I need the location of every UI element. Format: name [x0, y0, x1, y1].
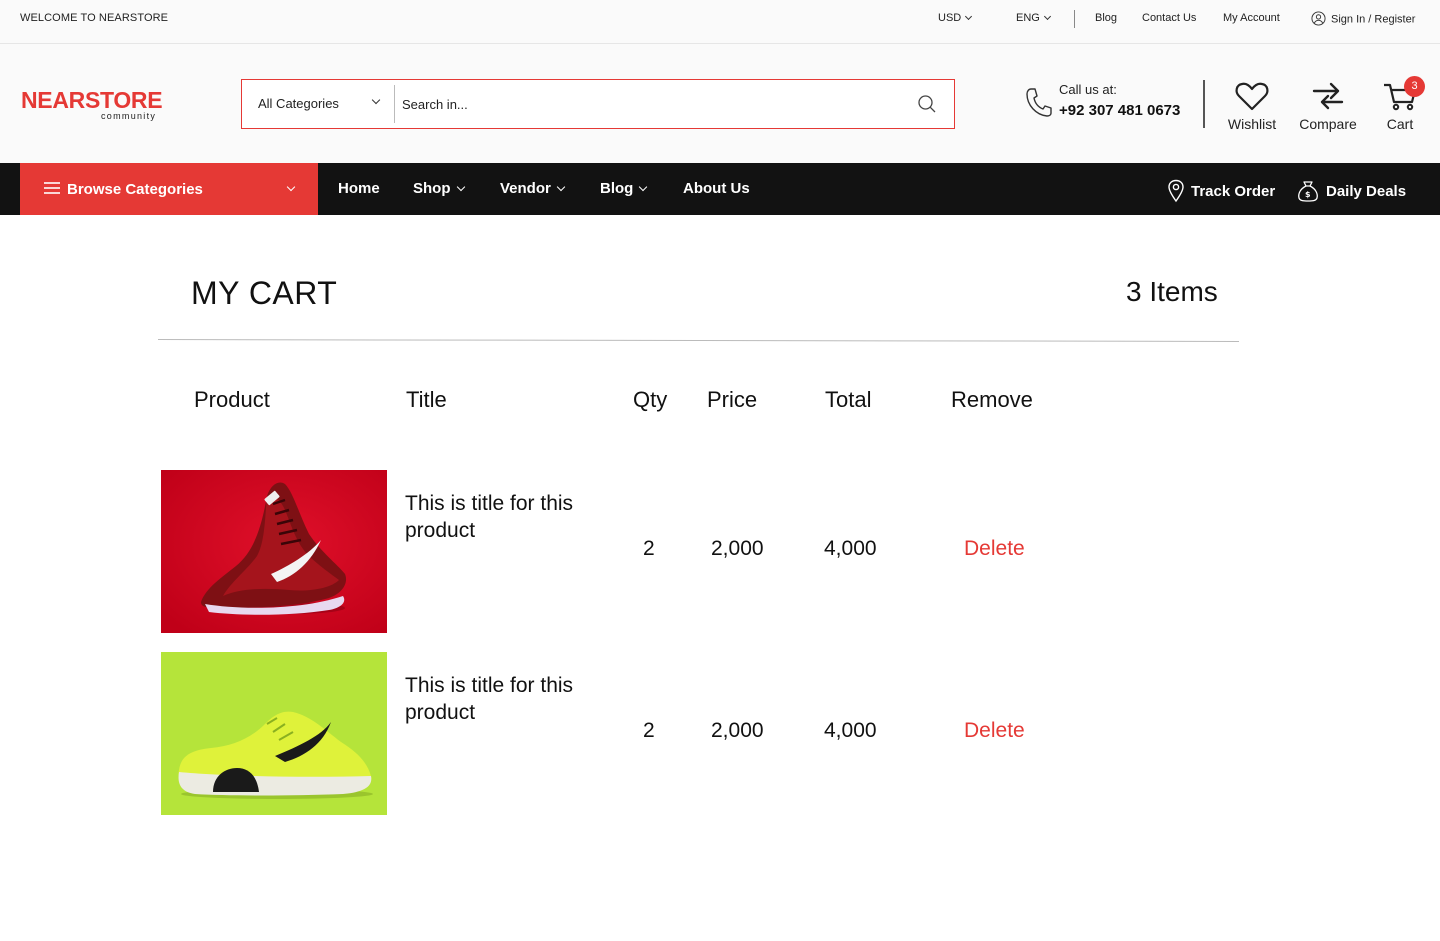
compare-label: Compare: [1299, 116, 1357, 132]
divider: [394, 85, 395, 123]
product-image-green-shoe[interactable]: [161, 652, 387, 815]
nav-vendor-label: Vendor: [500, 180, 551, 197]
chevron-down-icon: [286, 182, 296, 192]
logo-text: NEARSTORE: [21, 87, 163, 113]
cart-label: Cart: [1386, 116, 1414, 132]
total-value: 4,000: [824, 537, 877, 560]
nav-shop-label: Shop: [413, 180, 451, 197]
contact-us-link[interactable]: Contact Us: [1142, 12, 1196, 24]
search-bar: All Categories: [241, 79, 955, 129]
cart-button[interactable]: Cart 3: [1380, 76, 1425, 132]
location-pin-icon: [1168, 179, 1184, 203]
browse-categories-button[interactable]: Browse Categories: [20, 163, 318, 215]
red-sneaker-image: [161, 470, 387, 633]
chevron-down-icon: [639, 182, 648, 192]
currency-select[interactable]: USD: [938, 12, 973, 24]
menu-icon: [44, 182, 60, 194]
column-header-price: Price: [707, 387, 758, 412]
chevron-down-icon: [371, 95, 381, 105]
page-title: MY CART: [191, 275, 338, 311]
nav-blog-label: Blog: [600, 180, 634, 197]
user-icon: [1311, 11, 1326, 26]
green-sneaker-image: [161, 652, 387, 815]
product-image-red-shoe[interactable]: [161, 470, 387, 633]
search-input[interactable]: [402, 88, 902, 120]
my-account-link[interactable]: My Account: [1223, 12, 1280, 24]
category-select[interactable]: All Categories: [242, 80, 395, 128]
logo[interactable]: NEARSTORE community: [21, 87, 163, 122]
search-icon[interactable]: [916, 93, 938, 115]
cart-row: This is title for this product 2 2,000 4…: [0, 652, 1440, 815]
product-title[interactable]: This is title for this product: [405, 672, 615, 726]
logo-subtext: community: [101, 111, 157, 121]
price-value: 2,000: [711, 719, 764, 742]
divider: [1074, 10, 1075, 28]
wishlist-label: Wishlist: [1227, 116, 1277, 132]
daily-deals-label: Daily Deals: [1326, 182, 1407, 200]
chevron-down-icon: [1043, 12, 1051, 21]
track-order-label: Track Order: [1191, 182, 1276, 200]
phone-number[interactable]: +92 307 481 0673: [1059, 102, 1180, 119]
blog-link[interactable]: Blog: [1095, 12, 1117, 24]
category-label: All Categories: [258, 96, 339, 111]
delete-button[interactable]: Delete: [964, 537, 1025, 561]
daily-deals-link[interactable]: $ Daily Deals: [1296, 180, 1406, 204]
chevron-down-icon: [965, 12, 973, 21]
nav-vendor[interactable]: Vendor: [500, 180, 566, 197]
currency-label: USD: [938, 12, 962, 24]
header: NEARSTORE community All Categories Call …: [0, 44, 1440, 164]
sign-in-label: Sign In / Register: [1331, 13, 1416, 26]
track-order-link[interactable]: Track Order: [1167, 179, 1276, 204]
call-us-label: Call us at:: [1059, 82, 1117, 97]
chevron-down-icon: [456, 182, 465, 192]
divider: [157, 339, 1239, 342]
compare-button[interactable]: Compare: [1296, 80, 1360, 132]
main-nav: Browse Categories Home Shop Vendor Blog …: [0, 163, 1440, 215]
column-header-remove: Remove: [951, 387, 1033, 412]
column-header-product: Product: [194, 387, 270, 412]
wishlist-button[interactable]: Wishlist: [1224, 80, 1280, 132]
column-header-total: Total: [825, 387, 872, 412]
top-bar: WELCOME TO NEARSTORE USD ENG Blog Contac…: [0, 0, 1440, 44]
heart-icon: [1235, 82, 1269, 111]
phone-icon: [1026, 88, 1052, 117]
price-value: 2,000: [711, 537, 764, 560]
sign-in-register-link[interactable]: Sign In / Register: [1311, 11, 1416, 27]
nav-home[interactable]: Home: [338, 180, 380, 197]
svg-text:$: $: [1305, 190, 1311, 199]
compare-arrows-icon: [1312, 82, 1344, 110]
browse-categories-label: Browse Categories: [67, 181, 203, 198]
product-title[interactable]: This is title for this product: [405, 490, 615, 544]
language-select[interactable]: ENG: [1016, 12, 1051, 24]
cart-item-count: 3 Items: [1126, 276, 1218, 307]
chevron-down-icon: [556, 182, 566, 192]
divider: [1203, 80, 1205, 128]
quantity-value: 2: [643, 537, 655, 560]
money-bag-icon: $: [1298, 181, 1318, 202]
nav-about-us[interactable]: About Us: [683, 180, 750, 197]
nav-blog[interactable]: Blog: [600, 180, 648, 197]
column-header-qty: Qty: [633, 387, 668, 412]
quantity-value: 2: [643, 719, 655, 742]
column-header-title: Title: [406, 387, 447, 412]
delete-button[interactable]: Delete: [964, 719, 1025, 743]
cart-count-badge: 3: [1404, 76, 1425, 97]
language-label: ENG: [1016, 12, 1040, 24]
nav-shop[interactable]: Shop: [413, 180, 465, 197]
total-value: 4,000: [824, 719, 877, 742]
cart-row: This is title for this product 2 2,000 4…: [0, 470, 1440, 633]
welcome-text: WELCOME TO NEARSTORE: [20, 12, 169, 24]
